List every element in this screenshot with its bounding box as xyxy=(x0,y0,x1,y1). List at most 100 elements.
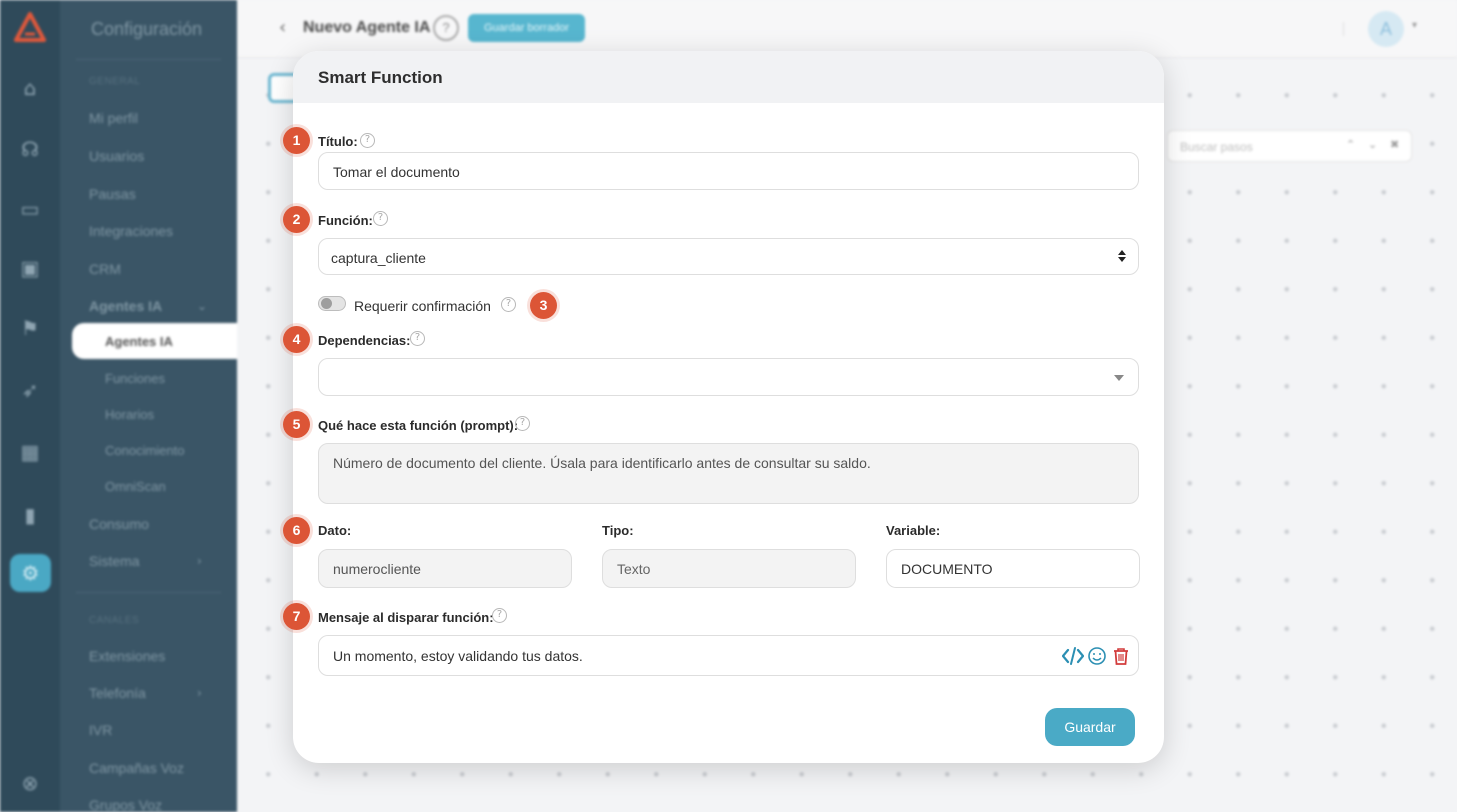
back-arrow-icon[interactable]: ‹ xyxy=(279,17,286,38)
prompt-label: Qué hace esta función (prompt): xyxy=(318,418,519,433)
icon-rail: ⌂ ☊ ▭ ▣ ⚑ ➶ ▦ ▮ ⚙ ⊗ xyxy=(0,0,60,812)
stats-icon[interactable]: ▮ xyxy=(19,504,41,526)
dependencies-select[interactable] xyxy=(318,358,1139,396)
type-label: Tipo: xyxy=(602,523,634,538)
sidebar-item-ivr[interactable]: IVR xyxy=(89,722,112,738)
toggle-knob xyxy=(321,298,332,309)
sidebar-item-system[interactable]: Sistema xyxy=(89,553,140,569)
inbox-icon[interactable]: ▭ xyxy=(19,198,41,220)
chevron-right-icon: › xyxy=(197,554,202,568)
sidebar-subitem-knowledge[interactable]: Conocimiento xyxy=(105,443,185,458)
sidebar-item-telephony[interactable]: Telefonía xyxy=(89,685,146,701)
help-icon[interactable]: ? xyxy=(410,331,425,346)
settings-icon[interactable]: ⚙ xyxy=(10,554,51,592)
step-badge-7: 7 xyxy=(283,603,310,630)
rocket-icon[interactable]: ➶ xyxy=(19,379,41,401)
divider xyxy=(76,59,221,60)
search-steps-input[interactable]: Buscar pasos ⌃ ⌄ ✖ xyxy=(1167,130,1412,162)
sidebar-subitem-functions[interactable]: Funciones xyxy=(105,371,165,386)
sidebar-subitem-ai-agents[interactable]: Agentes IA xyxy=(72,323,237,359)
type-value: Texto xyxy=(617,561,651,577)
divider xyxy=(76,592,221,593)
chevron-down-icon[interactable]: ▾ xyxy=(1412,20,1417,31)
chevron-down-icon[interactable]: ⌄ xyxy=(1368,138,1377,151)
sidebar-title: Configuración xyxy=(91,19,203,39)
search-steps-placeholder: Buscar pasos xyxy=(1180,140,1253,154)
title-label: Título: xyxy=(318,134,358,149)
chevron-down-icon: ⌄ xyxy=(197,299,208,313)
title-input[interactable]: Tomar el documento xyxy=(318,152,1139,190)
support-icon[interactable]: ⊗ xyxy=(19,772,41,794)
settings-sidebar: Configuración GENERAL Mi perfil Usuarios… xyxy=(60,0,237,812)
prompt-textarea[interactable]: Número de documento del cliente. Úsala p… xyxy=(318,443,1139,504)
brand-logo-icon xyxy=(14,12,46,42)
caret-down-icon xyxy=(1114,375,1124,381)
save-button[interactable]: Guardar xyxy=(1045,708,1135,746)
step-badge-2: 2 xyxy=(283,206,310,233)
sidebar-item-ai-agents[interactable]: Agentes IA xyxy=(89,298,162,314)
sidebar-item-users[interactable]: Usuarios xyxy=(89,148,144,164)
smart-function-modal: Smart Function Título: ? Tomar el docume… xyxy=(293,51,1164,763)
require-confirmation-label: Requerir confirmación xyxy=(354,298,491,314)
step-badge-6: 6 xyxy=(283,517,310,544)
step-badge-5: 5 xyxy=(283,411,310,438)
message-label: Mensaje al disparar función: xyxy=(318,610,494,625)
emoji-icon[interactable] xyxy=(1087,646,1107,666)
sidebar-subitem-label: Agentes IA xyxy=(105,334,173,349)
sidebar-item-consumption[interactable]: Consumo xyxy=(89,516,149,532)
save-draft-button[interactable]: Guardar borrador xyxy=(468,14,585,42)
prompt-value: Número de documento del cliente. Úsala p… xyxy=(333,455,871,471)
function-select[interactable]: captura_cliente xyxy=(318,238,1139,275)
step-badge-4: 4 xyxy=(283,326,310,353)
help-icon[interactable]: ? xyxy=(501,297,516,312)
divider xyxy=(1343,22,1344,36)
sidebar-subitem-schedules[interactable]: Horarios xyxy=(105,407,154,422)
dependencies-label: Dependencias: xyxy=(318,333,411,348)
sidebar-item-profile[interactable]: Mi perfil xyxy=(89,110,138,126)
contacts-icon[interactable]: ▣ xyxy=(19,257,41,279)
sidebar-item-integrations[interactable]: Integraciones xyxy=(89,223,173,239)
help-icon[interactable]: ? xyxy=(360,133,375,148)
agent-name: Nuevo Agente IA xyxy=(303,19,431,36)
sidebar-item-crm[interactable]: CRM xyxy=(89,261,121,277)
headset-icon[interactable]: ☊ xyxy=(19,138,41,160)
message-value: Un momento, estoy validando tus datos. xyxy=(333,648,583,664)
sidebar-item-pauses[interactable]: Pausas xyxy=(89,186,136,202)
sidebar-item-voice-groups[interactable]: Grupos Voz xyxy=(89,797,162,812)
section-general: GENERAL xyxy=(89,76,141,87)
step-badge-1: 1 xyxy=(283,127,310,154)
require-confirmation-toggle[interactable] xyxy=(318,296,346,311)
flag-icon[interactable]: ⚑ xyxy=(19,317,41,339)
modal-title: Smart Function xyxy=(318,68,443,87)
type-input[interactable]: Texto xyxy=(602,549,856,588)
title-value: Tomar el documento xyxy=(333,164,460,180)
help-icon[interactable]: ? xyxy=(433,15,459,41)
variable-label: Variable: xyxy=(886,523,941,538)
message-input[interactable]: Un momento, estoy validando tus datos. xyxy=(318,635,1139,676)
function-value: captura_cliente xyxy=(331,250,426,266)
step-badge-3: 3 xyxy=(530,292,557,319)
modal-header: Smart Function xyxy=(293,51,1164,103)
chevron-up-icon[interactable]: ⌃ xyxy=(1346,138,1355,151)
code-icon[interactable] xyxy=(1062,646,1084,666)
calendar-icon[interactable]: ▦ xyxy=(19,441,41,463)
data-value: numerocliente xyxy=(333,561,421,577)
variable-value: DOCUMENTO xyxy=(901,561,993,577)
data-input[interactable]: numerocliente xyxy=(318,549,572,588)
top-bar: ‹ Nuevo Agente IA ? Guardar borrador A ▾ xyxy=(237,0,1457,58)
sidebar-item-voice-campaigns[interactable]: Campañas Voz xyxy=(89,760,184,776)
help-icon[interactable]: ? xyxy=(515,416,530,431)
data-label: Dato: xyxy=(318,523,352,538)
sidebar-subitem-omniscan[interactable]: OmniScan xyxy=(105,479,166,494)
close-icon[interactable]: ✖ xyxy=(1390,138,1399,151)
chevron-right-icon: › xyxy=(197,686,202,700)
section-channels: CANALES xyxy=(89,615,140,626)
trash-icon[interactable] xyxy=(1112,646,1130,666)
variable-input[interactable]: DOCUMENTO xyxy=(886,549,1140,588)
function-label: Función: xyxy=(318,213,373,228)
help-icon[interactable]: ? xyxy=(492,608,507,623)
sidebar-item-extensions[interactable]: Extensiones xyxy=(89,648,165,664)
home-icon[interactable]: ⌂ xyxy=(19,77,41,99)
help-icon[interactable]: ? xyxy=(373,211,388,226)
avatar[interactable]: A xyxy=(1368,11,1404,47)
